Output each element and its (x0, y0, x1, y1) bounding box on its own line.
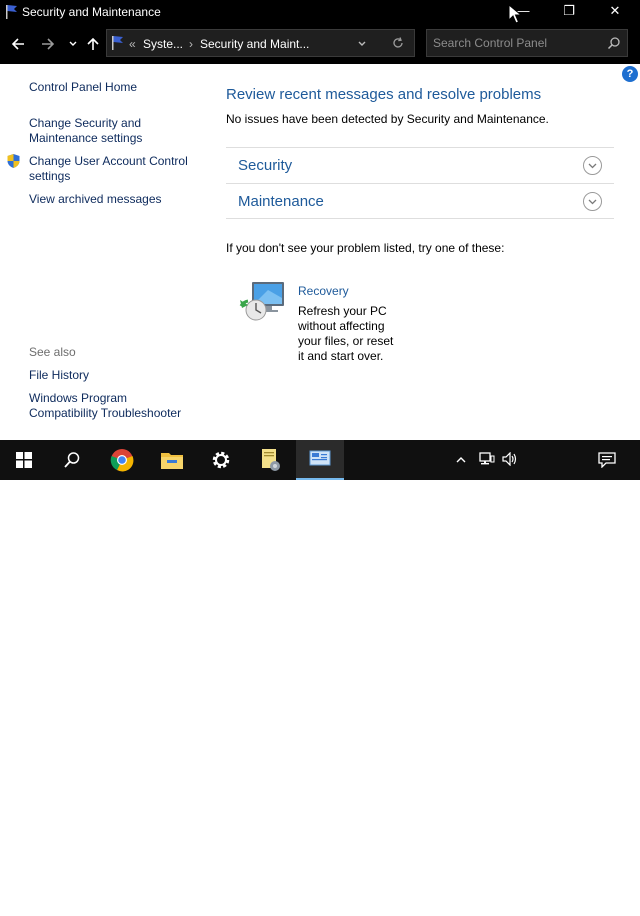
notepad-taskbar-button[interactable] (246, 440, 294, 480)
document-icon (262, 449, 280, 471)
maintenance-expand-chevron-icon[interactable] (583, 192, 602, 211)
clock-time[interactable]: 9:12 AM (532, 884, 578, 898)
folder-icon (161, 453, 183, 469)
minimize-button[interactable]: — (500, 0, 546, 24)
maintenance-section[interactable]: Maintenance (226, 183, 614, 219)
settings-taskbar-button[interactable] (197, 440, 245, 480)
gear-icon (212, 451, 230, 469)
help-icon[interactable]: ? (622, 66, 638, 82)
volume-icon[interactable] (502, 451, 518, 469)
search-input[interactable] (433, 35, 603, 51)
mouse-cursor-icon (508, 4, 522, 24)
recovery-description: Refresh your PC without affecting your f… (298, 304, 394, 363)
compatibility-troubleshooter-link-line1[interactable]: Windows Program (29, 391, 127, 406)
compatibility-troubleshooter-link-line2[interactable]: Compatibility Troubleshooter (29, 406, 181, 421)
breadcrumb-system[interactable]: Syste... (143, 37, 183, 51)
window-title: Security and Maintenance (22, 5, 161, 19)
start-button[interactable] (0, 440, 48, 480)
see-also-heading: See also (29, 345, 76, 359)
forward-icon[interactable] (38, 34, 58, 54)
breadcrumb-overflow[interactable]: « (129, 37, 136, 51)
change-security-settings-link-line2[interactable]: Maintenance settings (29, 131, 142, 146)
flag-icon (6, 5, 17, 19)
recovery-link[interactable]: Recovery (298, 284, 349, 298)
close-button[interactable]: ✕ (592, 0, 638, 24)
chrome-icon (110, 449, 134, 472)
address-bar[interactable]: « Syste... › Security and Maint... (106, 29, 415, 57)
refresh-icon[interactable] (391, 36, 405, 53)
breadcrumb-separator: › (189, 37, 193, 51)
security-section-label[interactable]: Security (238, 157, 292, 174)
network-icon[interactable] (479, 452, 495, 469)
uac-shield-icon (7, 154, 20, 168)
status-message: No issues have been detected by Security… (226, 112, 549, 126)
navigation-bar: « Syste... › Security and Maint... (0, 24, 640, 64)
file-history-link[interactable]: File History (29, 368, 89, 383)
control-panel-taskbar-button[interactable] (296, 440, 344, 480)
back-icon[interactable] (8, 34, 28, 54)
up-icon[interactable] (83, 34, 103, 54)
recovery-icon (239, 282, 284, 321)
recent-locations-icon[interactable] (63, 34, 83, 54)
view-archived-messages-link[interactable]: View archived messages (29, 192, 162, 207)
clock-date[interactable]: 5/4/2023 (528, 902, 582, 916)
change-security-settings-link-line1[interactable]: Change Security and (29, 116, 141, 131)
control-panel-taskbar-icon (309, 450, 331, 466)
magnifier-icon (64, 452, 80, 468)
breadcrumb-current[interactable]: Security and Maint... (200, 37, 309, 51)
windows-logo-icon (16, 452, 32, 468)
page-title: Review recent messages and resolve probl… (226, 86, 542, 103)
search-box[interactable] (426, 29, 628, 57)
security-section[interactable]: Security (226, 147, 614, 183)
search-icon[interactable] (607, 36, 621, 53)
taskbar: 9:12 AM 5/4/2023 (0, 440, 640, 916)
file-explorer-taskbar-button[interactable] (148, 440, 196, 480)
change-uac-settings-link-line2[interactable]: settings (29, 169, 70, 184)
control-panel-home-link[interactable]: Control Panel Home (29, 80, 137, 95)
troubleshoot-prompt: If you don't see your problem listed, tr… (226, 241, 505, 255)
show-hidden-icons-chevron-icon[interactable] (455, 452, 467, 469)
action-center-icon[interactable] (598, 452, 616, 471)
control-panel-icon (112, 36, 123, 50)
search-taskbar-button[interactable] (48, 440, 96, 480)
restore-button[interactable]: ❐ (546, 0, 592, 24)
maintenance-section-label[interactable]: Maintenance (238, 193, 324, 210)
chrome-taskbar-button[interactable] (98, 440, 146, 480)
change-uac-settings-link-line1[interactable]: Change User Account Control (29, 154, 188, 169)
title-bar: Security and Maintenance — ❐ ✕ (0, 0, 640, 24)
security-expand-chevron-icon[interactable] (583, 156, 602, 175)
address-dropdown-icon[interactable] (357, 38, 367, 52)
